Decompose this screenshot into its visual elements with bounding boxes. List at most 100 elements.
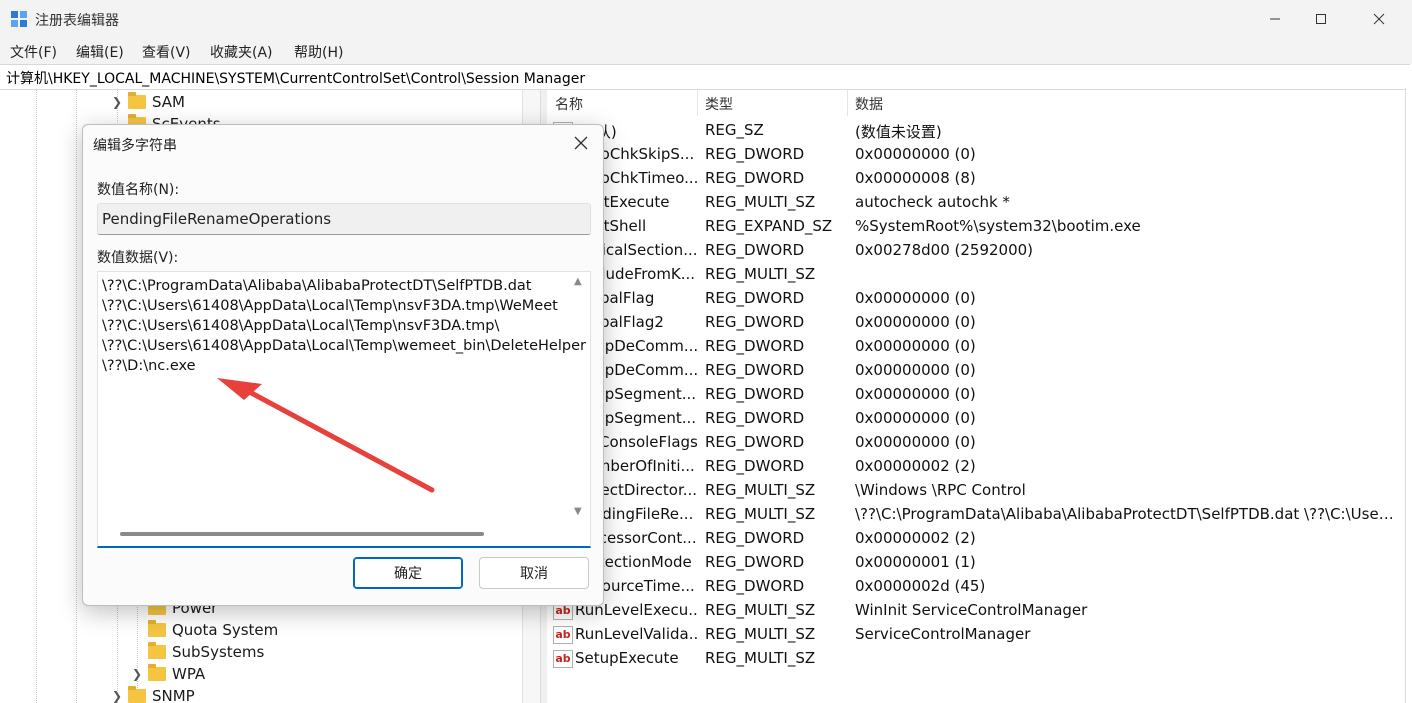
chevron-right-icon[interactable]: ❯	[110, 95, 124, 109]
data-horizontal-scrollbar[interactable]	[120, 532, 484, 536]
value-type: REG_MULTI_SZ	[705, 505, 816, 523]
tree-item-wpa[interactable]: ❯ WPA	[130, 663, 205, 685]
value-type: REG_DWORD	[705, 433, 805, 451]
tree-item-snmp[interactable]: ❯ SNMP	[110, 685, 195, 703]
value-row[interactable]: ab(默认)REG_SZ(数值未设置)	[547, 118, 1405, 142]
value-type: REG_MULTI_SZ	[705, 625, 816, 643]
value-data: WinInit ServiceControlManager	[855, 601, 1088, 619]
value-data: %SystemRoot%\system32\bootim.exe	[855, 217, 1141, 235]
menu-view[interactable]: 查看(V)	[142, 42, 191, 62]
value-row[interactable]: 011HeapSegment...REG_DWORD0x00000000 (0)	[547, 382, 1405, 406]
tree-item-label: WPA	[172, 665, 206, 683]
tree-item-label: SNMP	[152, 687, 195, 703]
value-data: 0x00000000 (0)	[855, 361, 976, 379]
value-type: REG_MULTI_SZ	[705, 265, 816, 283]
string-value-icon: ab	[553, 650, 573, 668]
value-name-text: PendingFileRenameOperations	[102, 210, 332, 228]
menu-help[interactable]: 帮助(H)	[294, 42, 343, 62]
value-name-label: 数值名称(N):	[97, 182, 180, 198]
value-type: REG_DWORD	[705, 457, 805, 475]
value-data: 0x00000000 (0)	[855, 409, 976, 427]
chevron-right-icon[interactable]: ❯	[110, 689, 124, 703]
chevron-right-icon[interactable]: ❯	[130, 667, 144, 681]
dialog-close-button[interactable]	[569, 131, 593, 155]
value-row[interactable]: 011CriticalSection...REG_DWORD0x00278d00…	[547, 238, 1405, 262]
string-value-icon: ab	[553, 626, 573, 644]
value-data: ServiceControlManager	[855, 625, 1031, 643]
value-type: REG_MULTI_SZ	[705, 649, 816, 667]
tree-item-quota-system[interactable]: Quota System	[130, 619, 278, 641]
maximize-button[interactable]	[1298, 0, 1344, 38]
value-row[interactable]: 011InitConsoleFlagsREG_DWORD0x00000000 (…	[547, 430, 1405, 454]
value-row[interactable]: 011ProtectionModeREG_DWORD0x00000001 (1)	[547, 550, 1405, 574]
values-pane[interactable]: 名称 类型 数据 ab(默认)REG_SZ(数值未设置)011AutoChkSk…	[547, 90, 1405, 703]
value-row[interactable]: 011AutoChkTimeo...REG_DWORD0x00000008 (8…	[547, 166, 1405, 190]
value-data: 0x0000002d (45)	[855, 577, 986, 595]
value-row[interactable]: 011HeapSegment...REG_DWORD0x00000000 (0)	[547, 406, 1405, 430]
value-type: REG_DWORD	[705, 385, 805, 403]
value-name: RunLevelValida...	[575, 625, 697, 643]
value-row[interactable]: 011NumberOfIniti...REG_DWORD0x00000002 (…	[547, 454, 1405, 478]
value-row[interactable]: abObjectDirector...REG_MULTI_SZ\Windows …	[547, 478, 1405, 502]
value-data-textarea[interactable]: \??\C:\ProgramData\Alibaba\AlibabaProtec…	[97, 271, 591, 548]
close-icon	[574, 136, 588, 150]
value-type: REG_DWORD	[705, 409, 805, 427]
value-row[interactable]: abBootShellREG_EXPAND_SZ%SystemRoot%\sys…	[547, 214, 1405, 238]
value-type: REG_MULTI_SZ	[705, 481, 816, 499]
cancel-button[interactable]: 取消	[479, 557, 589, 589]
address-bar[interactable]: 计算机\HKEY_LOCAL_MACHINE\SYSTEM\CurrentCon…	[0, 64, 1410, 90]
value-row[interactable]: abPendingFileRe...REG_MULTI_SZ\??\C:\Pro…	[547, 502, 1405, 526]
value-row[interactable]: 011GlobalFlag2REG_DWORD0x00000000 (0)	[547, 310, 1405, 334]
scroll-up-icon[interactable]: ▲	[574, 276, 582, 287]
address-path[interactable]: 计算机\HKEY_LOCAL_MACHINE\SYSTEM\CurrentCon…	[6, 68, 585, 88]
column-separator[interactable]	[847, 90, 848, 116]
ok-button[interactable]: 确定	[353, 557, 463, 589]
data-line: \??\C:\Users\61408\AppData\Local\Temp\ns…	[102, 298, 558, 314]
menu-file[interactable]: 文件(F)	[10, 42, 57, 62]
column-header-name[interactable]: 名称	[555, 94, 583, 114]
minimize-button[interactable]	[1252, 0, 1298, 38]
maximize-icon	[1316, 14, 1326, 24]
value-row[interactable]: 011GlobalFlagREG_DWORD0x00000000 (0)	[547, 286, 1405, 310]
column-header-type[interactable]: 类型	[705, 94, 733, 114]
value-name-field[interactable]: PendingFileRenameOperations	[97, 203, 591, 235]
value-row[interactable]: ab SetupExecute REG_MULTI_SZ	[547, 646, 1405, 670]
tree-item-label: Quota System	[172, 621, 279, 639]
value-data-label: 数值数据(V):	[97, 250, 179, 266]
value-row[interactable]: ab RunLevelExecu... REG_MULTI_SZ WinInit Se…	[547, 598, 1405, 622]
edit-multi-string-dialog: 编辑多字符串 数值名称(N): PendingFileRenameOperati…	[82, 124, 604, 606]
column-header-data[interactable]: 数据	[855, 94, 883, 114]
value-data: 0x00278d00 (2592000)	[855, 241, 1034, 259]
value-row[interactable]: ab RunLevelValida... REG_MULTI_SZ ServiceCo…	[547, 622, 1405, 646]
window-right-edge	[1405, 88, 1412, 703]
tree-item-subsystems[interactable]: SubSystems	[130, 641, 264, 663]
value-row[interactable]: 011ProcessorCont...REG_DWORD0x00000002 (…	[547, 526, 1405, 550]
menu-favorites[interactable]: 收藏夹(A)	[210, 42, 273, 62]
tree-guide-line	[76, 90, 77, 703]
title-bar: 注册表编辑器	[0, 0, 1412, 38]
folder-icon	[148, 620, 166, 637]
menu-edit[interactable]: 编辑(E)	[76, 42, 124, 62]
menu-bar: 文件(F) 编辑(E) 查看(V) 收藏夹(A) 帮助(H)	[0, 38, 1412, 64]
tree-item-label: SAM	[152, 93, 186, 111]
value-row[interactable]: 011HeapDeComm...REG_DWORD0x00000000 (0)	[547, 334, 1405, 358]
tree-item-sam[interactable]: ❯ SAM	[110, 91, 185, 113]
column-separator[interactable]	[697, 90, 698, 116]
folder-icon	[148, 664, 166, 681]
data-line: \??\C:\Users\61408\AppData\Local\Temp\we…	[102, 338, 586, 354]
folder-icon	[128, 686, 146, 703]
value-row[interactable]: abBootExecuteREG_MULTI_SZautocheck autoc…	[547, 190, 1405, 214]
value-row[interactable]: 011HeapDeComm...REG_DWORD0x00000000 (0)	[547, 358, 1405, 382]
folder-icon	[128, 92, 146, 109]
value-row[interactable]: abExcludeFromK...REG_MULTI_SZ	[547, 262, 1405, 286]
value-type: REG_DWORD	[705, 313, 805, 331]
scroll-down-icon[interactable]: ▼	[574, 506, 582, 517]
value-data: 0x00000002 (2)	[855, 529, 976, 547]
value-row[interactable]: 011AutoChkSkipS...REG_DWORD0x00000000 (0…	[547, 142, 1405, 166]
value-row[interactable]: 011ResourceTime...REG_DWORD0x0000002d (4…	[547, 574, 1405, 598]
close-button[interactable]	[1356, 0, 1402, 38]
value-data: 0x00000000 (0)	[855, 385, 976, 403]
value-type: REG_DWORD	[705, 529, 805, 547]
data-vertical-scrollbar[interactable]: ▲ ▼	[570, 272, 588, 526]
value-type: REG_DWORD	[705, 145, 805, 163]
